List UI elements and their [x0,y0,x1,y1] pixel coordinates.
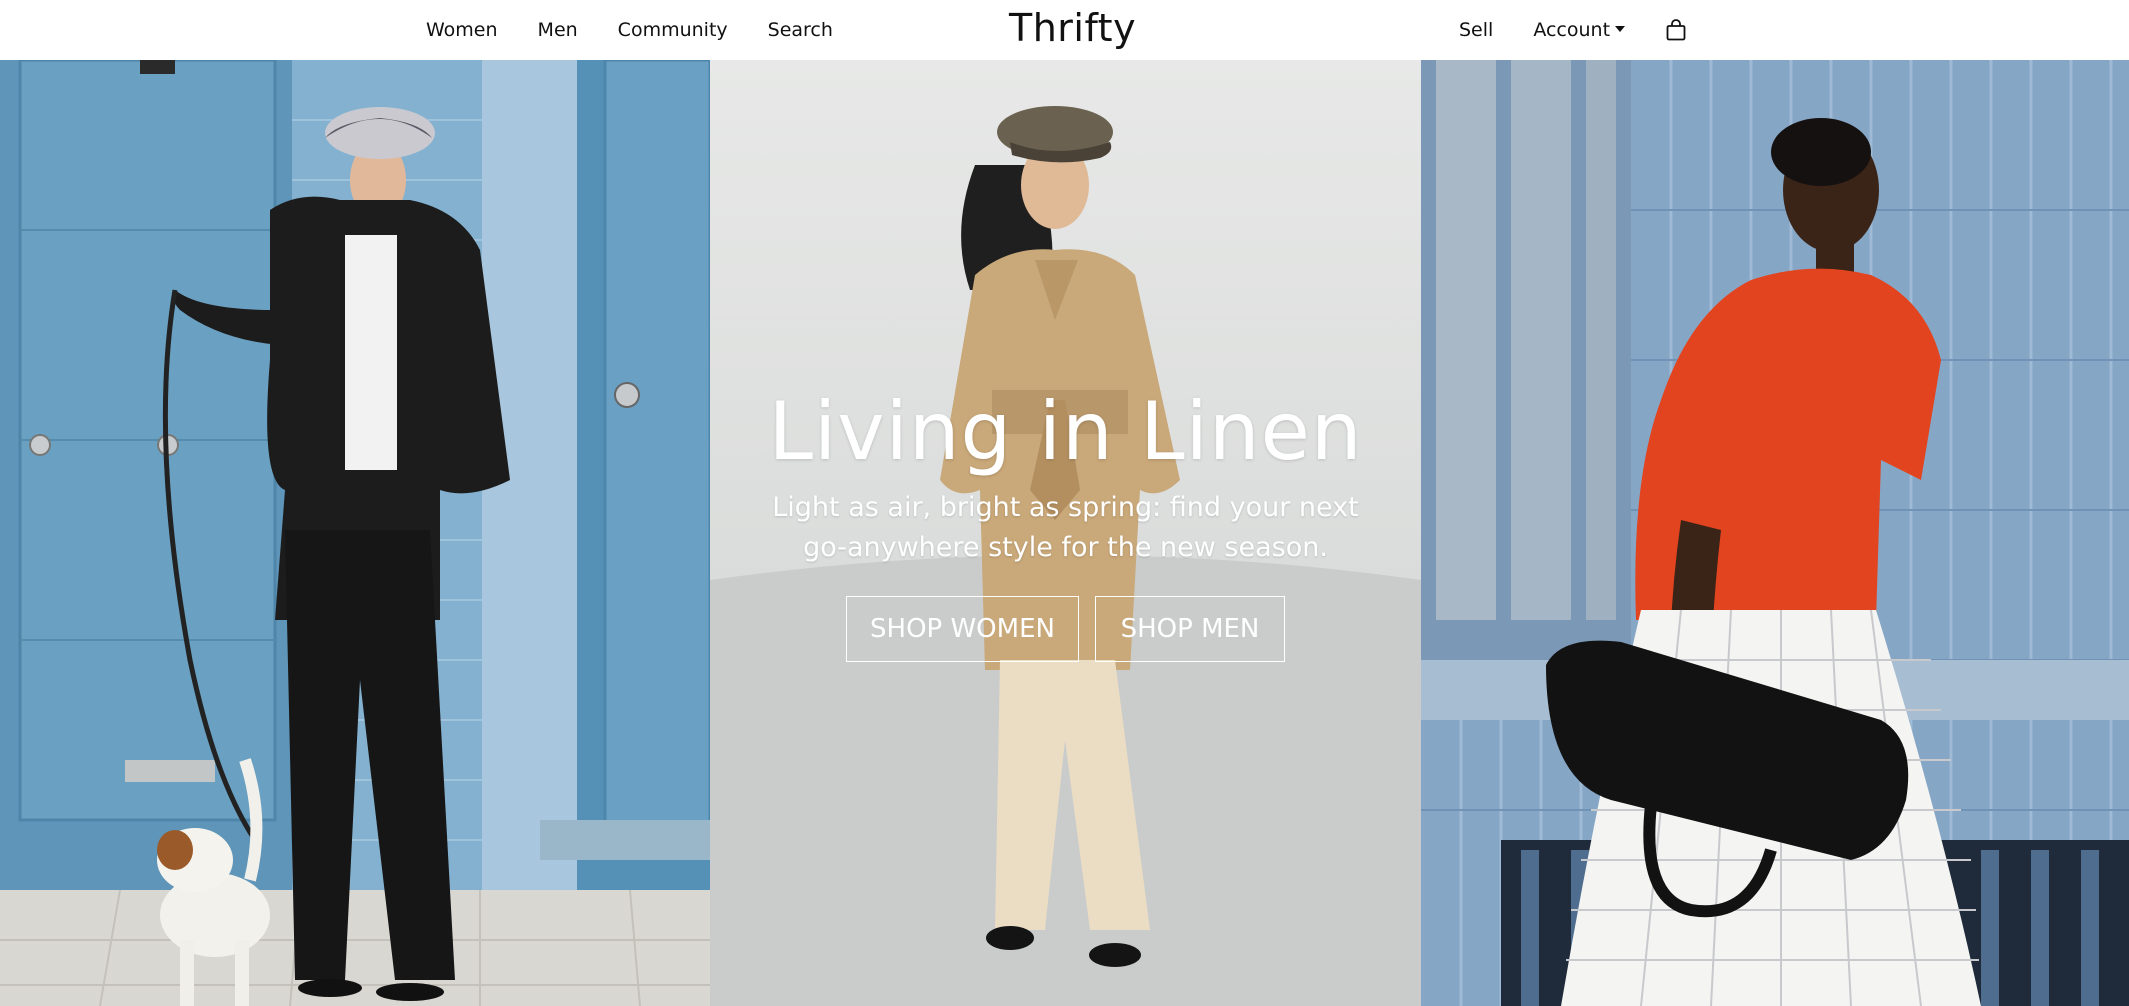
hero-banner: Living in Linen Light as air, bright as … [0,60,2129,1006]
secondary-nav: Sell Account [1459,0,1687,60]
shopping-bag-icon[interactable] [1665,18,1687,42]
account-dropdown[interactable]: Account [1533,19,1626,41]
nav-link-search[interactable]: Search [768,19,833,41]
nav-link-women[interactable]: Women [426,19,498,41]
hero-subtitle: Light as air, bright as spring: find you… [772,492,1359,563]
shop-men-button[interactable]: SHOP MEN [1095,596,1285,662]
hero-content: Living in Linen Light as air, bright as … [710,390,1421,662]
top-navigation-bar: Women Men Community Search Thrifty Sell … [0,0,2129,60]
site-logo[interactable]: Thrifty [1009,6,1136,50]
shop-women-button[interactable]: SHOP WOMEN [846,596,1079,662]
hero-image-left [0,60,710,1006]
account-label: Account [1533,19,1611,41]
caret-down-icon [1615,26,1626,32]
hero-cta-group: SHOP WOMEN SHOP MEN [710,596,1421,662]
hero-image-right [1421,60,2129,1006]
nav-link-men[interactable]: Men [538,19,578,41]
nav-link-community[interactable]: Community [618,19,728,41]
hero-title: Living in Linen [768,385,1363,478]
sell-link[interactable]: Sell [1459,19,1493,41]
primary-nav: Women Men Community Search [426,0,873,60]
